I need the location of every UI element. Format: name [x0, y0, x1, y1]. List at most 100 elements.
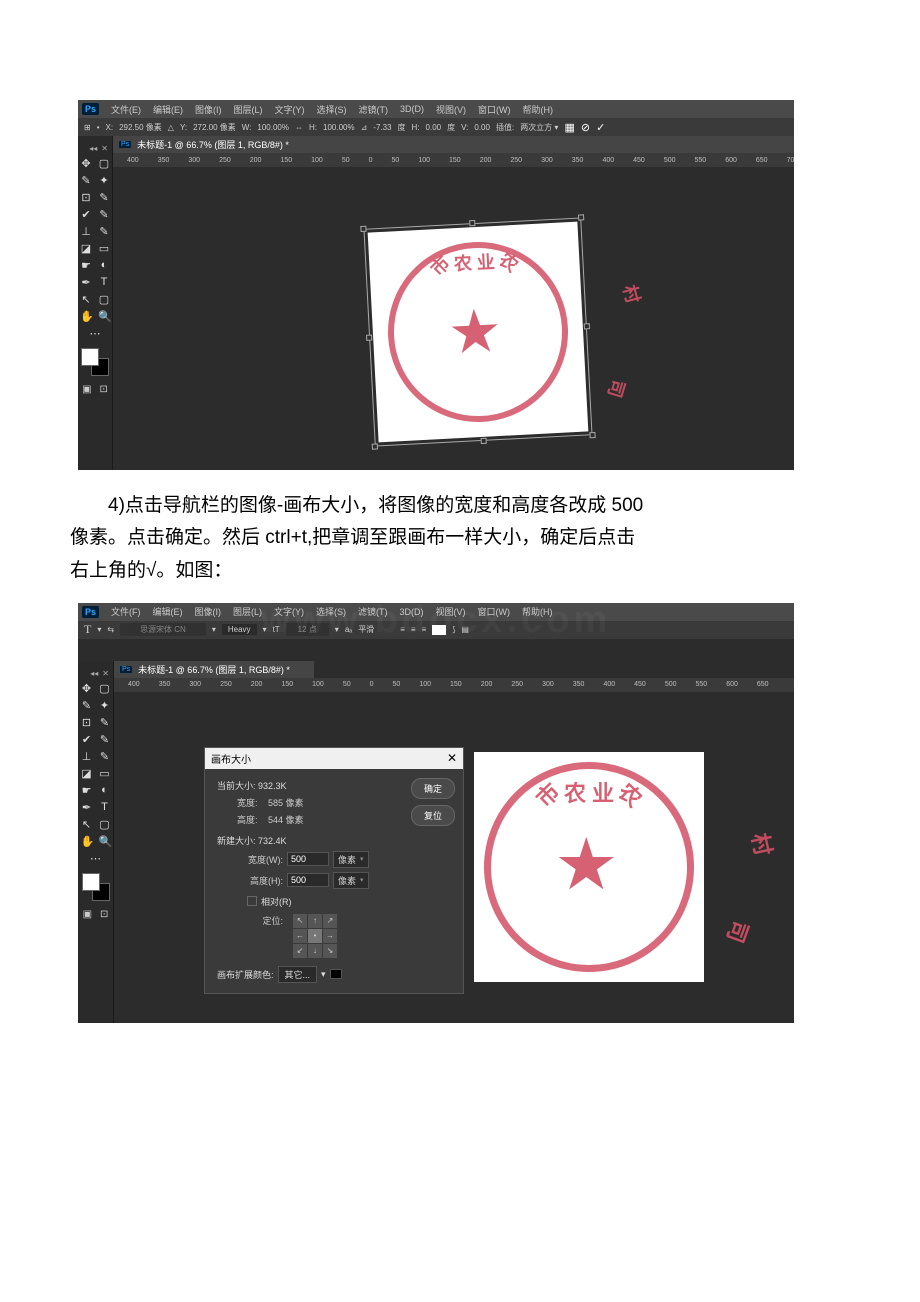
y-value[interactable]: 272.00 像素 — [193, 122, 236, 133]
canvas[interactable]: 市 农 业 农 村 司 ★ — [113, 167, 794, 470]
move-tool-icon[interactable]: ✥ — [81, 682, 93, 695]
dodge-tool-icon[interactable]: ◐ — [98, 259, 110, 272]
dodge-tool-icon[interactable]: ◐ — [99, 784, 111, 797]
eyedropper-tool-icon[interactable]: ✎ — [98, 191, 110, 204]
gradient-tool-icon[interactable]: ▭ — [98, 242, 110, 255]
menu-view[interactable]: 视图(V) — [436, 605, 466, 618]
menu-type[interactable]: 文字(Y) — [275, 103, 305, 116]
skew-v-value[interactable]: 0.00 — [474, 123, 490, 132]
menu-window[interactable]: 窗口(W) — [478, 103, 511, 116]
orientation-icon[interactable]: ⇆ — [107, 625, 114, 634]
blur-tool-icon[interactable]: ☛ — [80, 259, 92, 272]
hand-tool-icon[interactable]: ✋ — [80, 310, 92, 323]
type-tool-icon[interactable]: T — [99, 801, 111, 814]
align-right-icon[interactable]: ≡ — [422, 625, 427, 634]
wand-tool-icon[interactable]: ✦ — [99, 699, 111, 712]
crop-tool-icon[interactable]: ⊡ — [80, 191, 92, 204]
collapse-icon[interactable]: ◂◂ — [89, 144, 97, 153]
lasso-tool-icon[interactable]: ✎ — [80, 174, 92, 187]
eraser-tool-icon[interactable]: ◪ — [81, 767, 93, 780]
menu-3d[interactable]: 3D(D) — [400, 607, 424, 617]
h-value[interactable]: 100.00% — [323, 123, 355, 132]
shape-tool-icon[interactable]: ▢ — [98, 293, 110, 306]
angle-value[interactable]: -7.33 — [373, 123, 391, 132]
marquee-tool-icon[interactable]: ▢ — [99, 682, 111, 695]
lasso-tool-icon[interactable]: ✎ — [81, 699, 93, 712]
canvas[interactable]: 市 农 业 农 村 司 ★ 画布大小 ✕ 当前大小: 932.3K — [114, 692, 794, 1023]
hand-tool-icon[interactable]: ✋ — [81, 835, 93, 848]
menu-filter[interactable]: 滤镜(T) — [359, 103, 389, 116]
stamp-tool-icon[interactable]: ⊥ — [80, 225, 92, 238]
cancel-icon[interactable]: ⊘ — [581, 121, 590, 134]
menu-help[interactable]: 帮助(H) — [523, 103, 554, 116]
interp-select[interactable]: 两次立方 ▾ — [520, 122, 558, 133]
height-input[interactable]: 500 — [287, 873, 329, 887]
menu-image[interactable]: 图像(I) — [195, 103, 222, 116]
crop-icon[interactable]: ⊞ — [84, 123, 91, 132]
menu-layer[interactable]: 图层(L) — [233, 605, 262, 618]
menu-3d[interactable]: 3D(D) — [400, 104, 424, 114]
align-center-icon[interactable]: ≡ — [411, 625, 416, 634]
dialog-close-icon[interactable]: ✕ — [447, 751, 457, 766]
menu-filter[interactable]: 滤镜(T) — [358, 605, 388, 618]
width-input[interactable]: 500 — [287, 852, 329, 866]
pen-tool-icon[interactable]: ✒ — [81, 801, 93, 814]
stamp-tool-icon[interactable]: ⊥ — [81, 750, 93, 763]
menu-edit[interactable]: 编辑(E) — [153, 605, 183, 618]
align-left-icon[interactable]: ≡ — [400, 625, 405, 634]
screenmode-icon[interactable]: ⊡ — [100, 909, 108, 920]
menu-view[interactable]: 视图(V) — [436, 103, 466, 116]
color-swatch[interactable] — [82, 873, 110, 901]
reset-button[interactable]: 复位 — [411, 805, 455, 826]
antialias-select[interactable]: 平滑 — [358, 624, 374, 635]
font-family-select[interactable]: 思源宋体 CN — [120, 623, 206, 636]
relative-checkbox[interactable] — [247, 896, 257, 906]
collapse-icon[interactable]: ◂◂ — [90, 669, 98, 678]
menu-edit[interactable]: 编辑(E) — [153, 103, 183, 116]
link-icon[interactable]: ⇔ — [295, 123, 303, 132]
gradient-tool-icon[interactable]: ▭ — [99, 767, 111, 780]
anchor-grid[interactable]: ↖↑↗ ←•→ ↙↓↘ — [293, 914, 337, 958]
font-size-input[interactable]: 12 点 — [286, 623, 329, 636]
menu-type[interactable]: 文字(Y) — [274, 605, 304, 618]
eraser-tool-icon[interactable]: ◪ — [80, 242, 92, 255]
menu-image[interactable]: 图像(I) — [195, 605, 222, 618]
blur-tool-icon[interactable]: ☛ — [81, 784, 93, 797]
path-select-icon[interactable]: ↖ — [81, 818, 93, 831]
zoom-tool-icon[interactable]: 🔍 — [99, 835, 111, 848]
wand-tool-icon[interactable]: ✦ — [98, 174, 110, 187]
text-color-swatch[interactable] — [432, 625, 446, 635]
menu-help[interactable]: 帮助(H) — [522, 605, 553, 618]
type-tool-icon[interactable]: T — [84, 622, 91, 637]
shape-tool-icon[interactable]: ▢ — [99, 818, 111, 831]
warp-icon[interactable]: ▦ — [564, 121, 574, 134]
panel-close-icon[interactable]: ✕ — [101, 144, 108, 153]
warp-text-icon[interactable]: ⟆ — [452, 625, 455, 634]
ok-button[interactable]: 确定 — [411, 778, 455, 799]
width-unit-select[interactable]: 像素 — [333, 851, 369, 868]
move-tool-icon[interactable]: ✥ — [80, 157, 92, 170]
document-tab[interactable]: Ps 未标题-1 @ 66.7% (图层 1, RGB/8#) * — □ ✕ — [113, 136, 794, 153]
healing-tool-icon[interactable]: ✔ — [80, 208, 92, 221]
character-panel-icon[interactable]: ▤ — [461, 625, 469, 634]
menu-window[interactable]: 窗口(W) — [478, 605, 511, 618]
skew-h-value[interactable]: 0.00 — [426, 123, 442, 132]
pen-tool-icon[interactable]: ✒ — [80, 276, 92, 289]
healing-tool-icon[interactable]: ✔ — [81, 733, 93, 746]
quickmask-icon[interactable]: ▣ — [83, 909, 92, 920]
brush-tool-icon[interactable]: ✎ — [98, 208, 110, 221]
history-brush-icon[interactable]: ✎ — [98, 225, 110, 238]
menu-select[interactable]: 选择(S) — [317, 103, 347, 116]
menu-layer[interactable]: 图层(L) — [234, 103, 263, 116]
more-tools-icon[interactable]: ⋯ — [90, 852, 102, 865]
type-tool-icon[interactable]: T — [98, 276, 110, 289]
crop-tool-icon[interactable]: ⊡ — [81, 716, 93, 729]
extension-color-swatch[interactable] — [330, 969, 342, 979]
height-unit-select[interactable]: 像素 — [333, 872, 369, 889]
panel-close-icon[interactable]: ✕ — [102, 669, 109, 678]
menu-select[interactable]: 选择(S) — [316, 605, 346, 618]
extension-color-select[interactable]: 其它... — [278, 966, 318, 983]
x-value[interactable]: 292.50 像素 — [119, 122, 162, 133]
quickmask-icon[interactable]: ▣ — [82, 384, 91, 395]
font-weight-select[interactable]: Heavy — [222, 624, 257, 635]
